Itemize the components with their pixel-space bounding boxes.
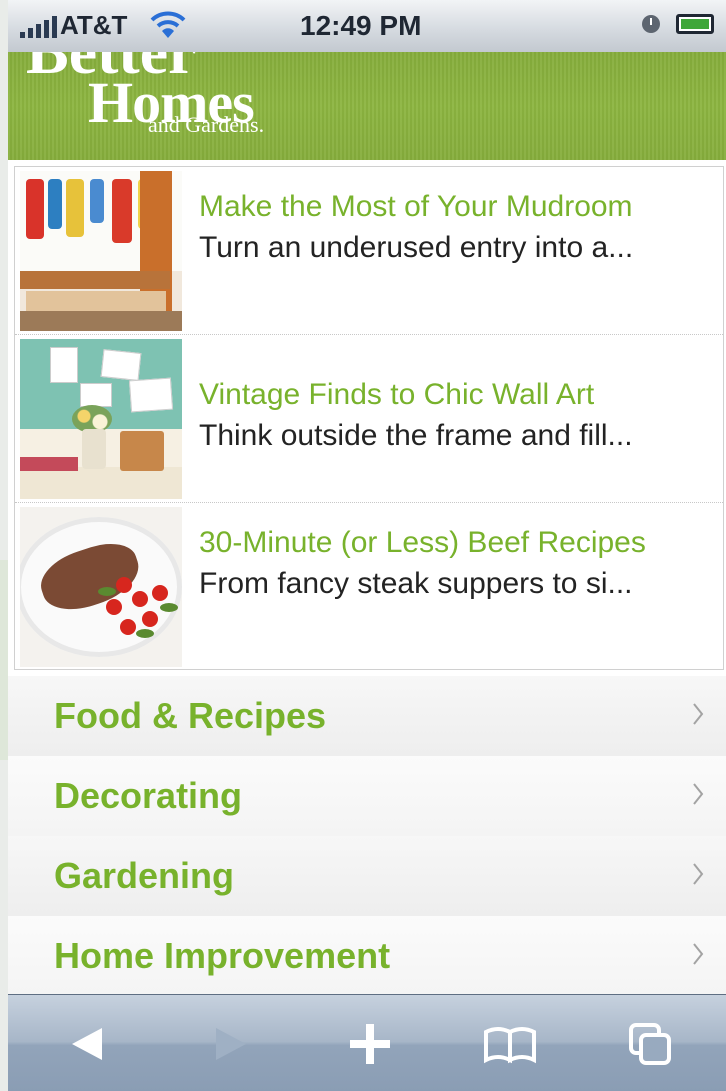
menu-item-label: Food & Recipes bbox=[54, 695, 327, 736]
article-item-wall-art[interactable]: Vintage Finds to Chic Wall Art Think out… bbox=[15, 335, 723, 503]
forward-button[interactable] bbox=[202, 1019, 258, 1069]
article-title[interactable]: 30-Minute (or Less) Beef Recipes bbox=[199, 521, 711, 564]
logo-text-gardens: and Gardens. bbox=[148, 112, 265, 137]
article-title[interactable]: Make the Most of Your Mudroom bbox=[199, 185, 711, 228]
back-button[interactable] bbox=[60, 1019, 116, 1069]
article-thumbnail-image bbox=[20, 507, 182, 667]
article-item-mudroom[interactable]: Make the Most of Your Mudroom Turn an un… bbox=[15, 167, 723, 335]
wifi-icon bbox=[150, 11, 186, 38]
menu-item-decorating[interactable]: Decorating bbox=[8, 756, 726, 836]
pages-button[interactable] bbox=[622, 1019, 678, 1069]
alarm-clock-icon bbox=[642, 15, 660, 33]
carrier-name: AT&T bbox=[60, 10, 128, 40]
plus-icon bbox=[350, 1024, 390, 1064]
article-thumbnail-image bbox=[20, 171, 182, 331]
chevron-right-icon bbox=[693, 943, 704, 965]
menu-item-gardening[interactable]: Gardening bbox=[8, 836, 726, 916]
menu-item-label: Decorating bbox=[54, 775, 243, 816]
signal-strength-icon bbox=[20, 16, 57, 38]
site-header: Better Homes and Gardens. bbox=[8, 52, 726, 160]
article-description: From fancy steak suppers to si... bbox=[199, 567, 633, 600]
category-menu: Food & Recipes Decorating Gardening Home… bbox=[8, 676, 726, 996]
chevron-right-icon bbox=[693, 783, 704, 805]
status-bar: AT&T 12:49 PM bbox=[8, 0, 726, 53]
menu-item-label: Gardening bbox=[54, 855, 235, 896]
pages-icon bbox=[629, 1023, 671, 1065]
chevron-right-icon bbox=[693, 703, 704, 725]
article-description: Turn an underused entry into a... bbox=[199, 231, 634, 264]
menu-item-food-recipes[interactable]: Food & Recipes bbox=[8, 676, 726, 756]
article-title[interactable]: Vintage Finds to Chic Wall Art bbox=[199, 373, 711, 416]
status-time: 12:49 PM bbox=[300, 10, 422, 41]
menu-item-home-improvement[interactable]: Home Improvement bbox=[8, 916, 726, 996]
phone-viewport: AT&T 12:49 PM Better Homes and Gardens. bbox=[8, 0, 726, 1091]
article-thumbnail-image bbox=[20, 339, 182, 499]
menu-item-label: Home Improvement bbox=[54, 935, 391, 976]
featured-articles: Make the Most of Your Mudroom Turn an un… bbox=[14, 166, 724, 670]
browser-toolbar bbox=[8, 994, 726, 1091]
forward-arrow-icon bbox=[216, 1028, 246, 1060]
bookmarks-button[interactable] bbox=[482, 1019, 538, 1069]
article-description: Think outside the frame and fill... bbox=[199, 419, 633, 452]
add-bookmark-button[interactable] bbox=[342, 1019, 398, 1069]
bookmarks-icon bbox=[484, 1027, 536, 1064]
back-arrow-icon bbox=[72, 1028, 102, 1060]
chevron-right-icon bbox=[693, 863, 704, 885]
article-item-beef-recipes[interactable]: 30-Minute (or Less) Beef Recipes From fa… bbox=[15, 503, 723, 671]
battery-charging-icon bbox=[676, 14, 714, 34]
